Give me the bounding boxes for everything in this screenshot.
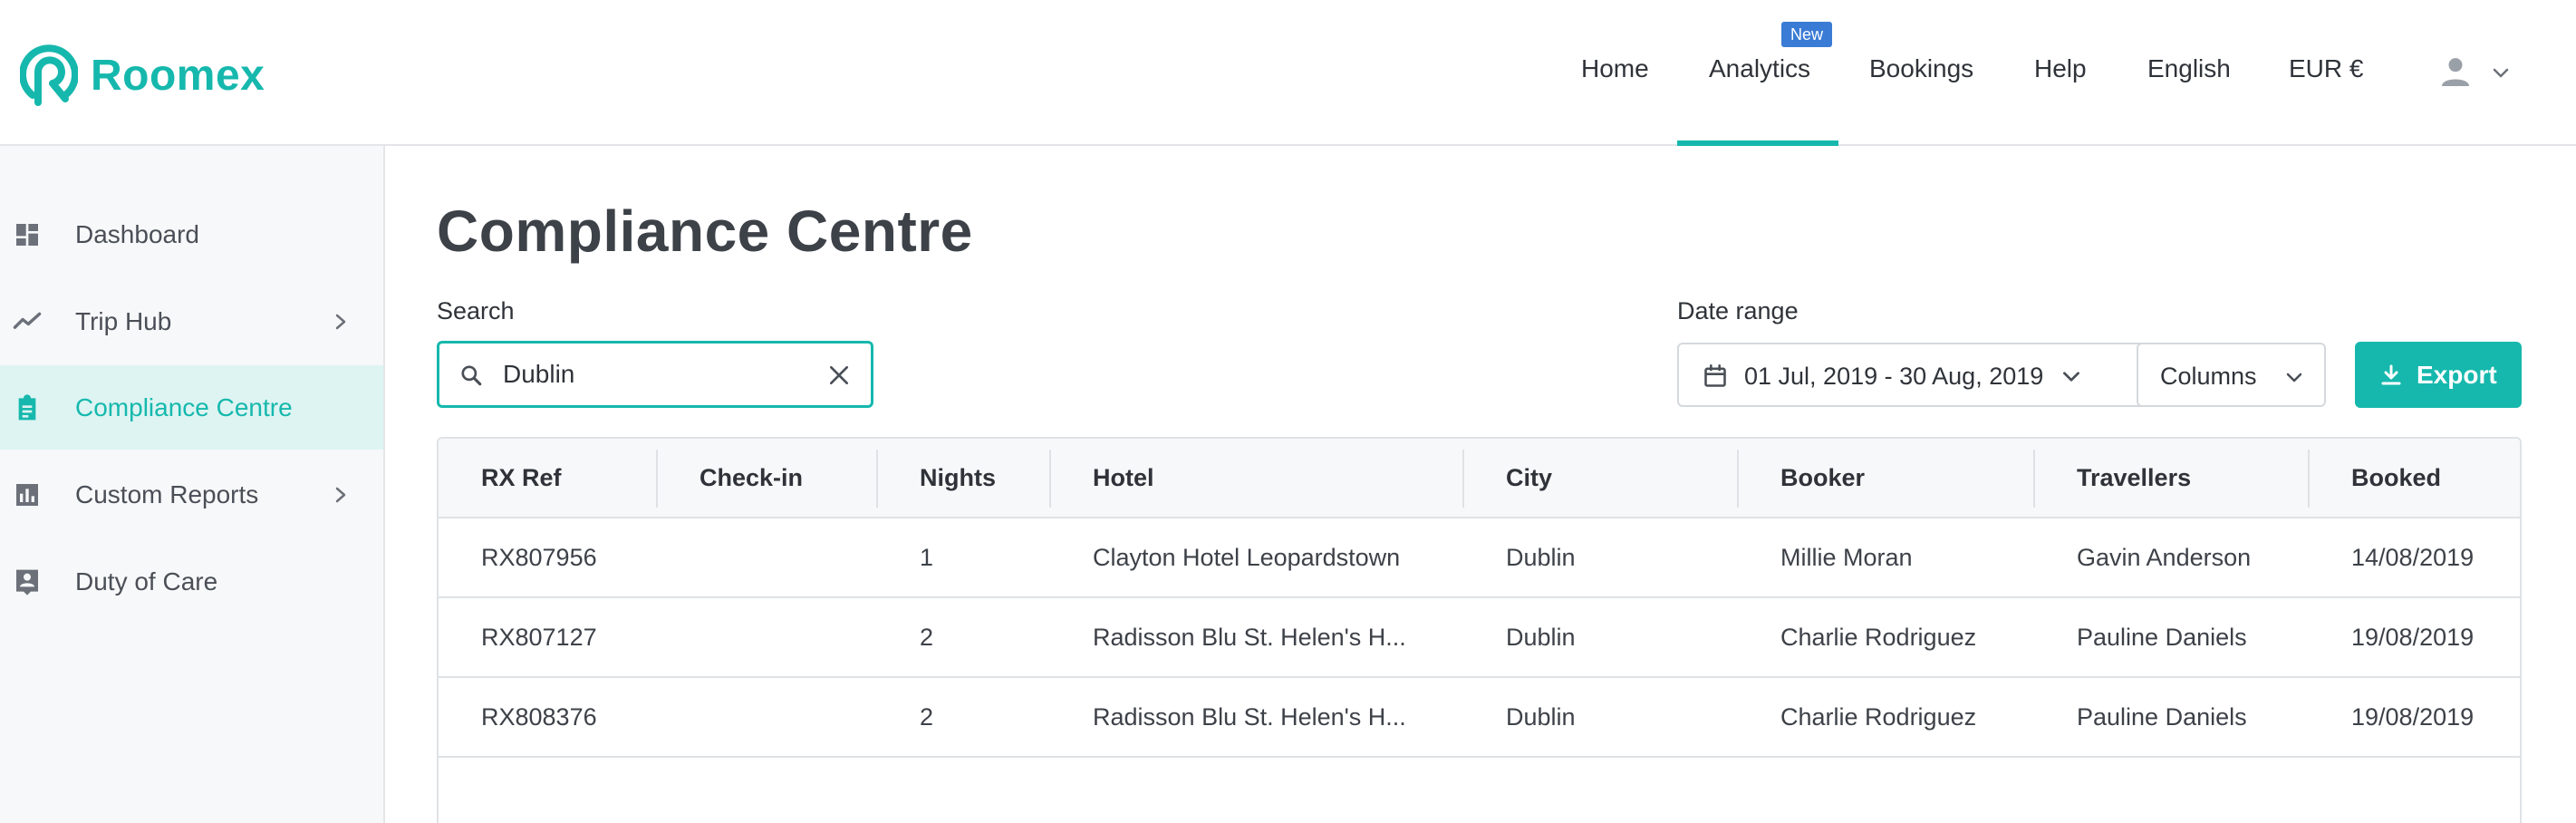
sidebar-item-dashboard[interactable]: Dashboard bbox=[0, 192, 383, 276]
cell-nights: 2 bbox=[920, 702, 934, 731]
chevron-down-icon bbox=[2286, 373, 2302, 382]
export-label: Export bbox=[2417, 361, 2497, 389]
sidebar-item-duty-of-care[interactable]: Duty of Care bbox=[0, 539, 383, 624]
nav-help[interactable]: Help bbox=[2034, 54, 2087, 83]
cell-check-in bbox=[657, 678, 699, 756]
user-menu[interactable] bbox=[2437, 54, 2512, 91]
sidebar-item-label: Trip Hub bbox=[75, 306, 172, 335]
nav-active-indicator bbox=[1677, 140, 1838, 146]
trending-icon bbox=[13, 307, 42, 336]
chevron-right-icon bbox=[335, 314, 346, 329]
cell-rx-ref: RX807956 bbox=[481, 543, 597, 571]
column-header-rx-ref[interactable]: RX Ref bbox=[439, 439, 656, 517]
top-header: Roomex Home Analytics New Bookings Help … bbox=[0, 0, 2576, 146]
cell-check-in bbox=[657, 518, 699, 596]
sidebar-item-label: Compliance Centre bbox=[75, 392, 293, 421]
cell-city: Dublin bbox=[1506, 702, 1576, 731]
columns-label: Columns bbox=[2160, 363, 2257, 390]
logo-text: Roomex bbox=[91, 51, 265, 100]
nav-bookings[interactable]: Bookings bbox=[1869, 54, 1973, 83]
column-header-city[interactable]: City bbox=[1463, 439, 1737, 517]
cell-rx-ref: RX808376 bbox=[481, 702, 597, 731]
dashboard-icon bbox=[13, 220, 42, 249]
cell-booked: 19/08/2019 bbox=[2351, 702, 2475, 731]
table-row[interactable]: RX807127 2 Radisson Blu St. Helen's H...… bbox=[439, 598, 2520, 678]
column-header-booked[interactable]: Booked bbox=[2309, 439, 2520, 517]
date-range-label: Date range bbox=[1677, 297, 1799, 324]
chevron-down-icon bbox=[2063, 372, 2079, 382]
chevron-right-icon bbox=[335, 487, 346, 502]
person-icon bbox=[2442, 58, 2469, 86]
sidebar: Dashboard Trip Hub Compliance Centre Cus… bbox=[0, 146, 385, 823]
nav-analytics[interactable]: Analytics bbox=[1709, 54, 1810, 83]
export-button[interactable]: Export bbox=[2355, 342, 2522, 408]
page-title: Compliance Centre bbox=[437, 198, 973, 264]
cell-rx-ref: RX807127 bbox=[481, 623, 597, 651]
nav-language[interactable]: English bbox=[2147, 54, 2231, 83]
clear-icon[interactable] bbox=[827, 363, 851, 387]
cell-booked: 19/08/2019 bbox=[2351, 623, 2475, 651]
sidebar-item-label: Custom Reports bbox=[75, 479, 259, 508]
contact-card-icon bbox=[13, 567, 42, 596]
cell-travellers: Gavin Anderson bbox=[2077, 543, 2252, 571]
table-row[interactable]: RX808376 2 Radisson Blu St. Helen's H...… bbox=[439, 678, 2520, 758]
sidebar-item-label: Dashboard bbox=[75, 219, 199, 248]
nav-currency[interactable]: EUR € bbox=[2289, 54, 2363, 83]
date-range-value: 01 Jul, 2019 - 30 Aug, 2019 bbox=[1744, 363, 2044, 390]
roomex-logo-icon bbox=[20, 44, 78, 106]
column-header-travellers[interactable]: Travellers bbox=[2034, 439, 2308, 517]
cell-travellers: Pauline Daniels bbox=[2077, 702, 2247, 731]
nav-home[interactable]: Home bbox=[1581, 54, 1649, 83]
chevron-down-icon bbox=[2493, 68, 2509, 78]
table-header: RX Ref Check-in Nights Hotel City Booker… bbox=[439, 439, 2520, 518]
column-header-booker[interactable]: Booker bbox=[1738, 439, 2033, 517]
cell-booker: Charlie Rodriguez bbox=[1780, 623, 1977, 651]
sidebar-item-custom-reports[interactable]: Custom Reports bbox=[0, 452, 383, 537]
bookings-table: RX Ref Check-in Nights Hotel City Booker… bbox=[437, 437, 2522, 823]
cell-hotel: Radisson Blu St. Helen's H... bbox=[1093, 623, 1406, 651]
search-label: Search bbox=[437, 297, 515, 324]
cell-city: Dublin bbox=[1506, 623, 1576, 651]
bar-chart-icon bbox=[13, 480, 42, 509]
search-field[interactable] bbox=[437, 341, 873, 408]
cell-nights: 2 bbox=[920, 623, 934, 651]
sidebar-item-trip-hub[interactable]: Trip Hub bbox=[0, 279, 383, 363]
search-input[interactable] bbox=[503, 356, 793, 392]
logo[interactable]: Roomex bbox=[20, 44, 265, 107]
cell-booked: 14/08/2019 bbox=[2351, 543, 2475, 571]
column-header-nights[interactable]: Nights bbox=[877, 439, 1049, 517]
search-icon bbox=[461, 365, 482, 386]
clipboard-icon bbox=[13, 393, 42, 422]
sidebar-item-label: Duty of Care bbox=[75, 566, 218, 595]
cell-city: Dublin bbox=[1506, 543, 1576, 571]
cell-nights: 1 bbox=[920, 543, 934, 571]
calendar-icon bbox=[1704, 364, 1726, 387]
column-header-check-in[interactable]: Check-in bbox=[657, 439, 876, 517]
cell-booker: Charlie Rodriguez bbox=[1780, 702, 1977, 731]
sidebar-item-compliance-centre[interactable]: Compliance Centre bbox=[0, 365, 383, 450]
cell-travellers: Pauline Daniels bbox=[2077, 623, 2247, 651]
cell-hotel: Clayton Hotel Leopardstown bbox=[1093, 543, 1401, 571]
cell-booker: Millie Moran bbox=[1780, 543, 1913, 571]
download-icon bbox=[2381, 364, 2401, 385]
cell-check-in bbox=[657, 598, 699, 676]
cell-hotel: Radisson Blu St. Helen's H... bbox=[1093, 702, 1406, 731]
column-header-hotel[interactable]: Hotel bbox=[1050, 439, 1462, 517]
columns-dropdown[interactable]: Columns bbox=[2137, 343, 2326, 407]
table-row[interactable]: RX807956 1 Clayton Hotel Leopardstown Du… bbox=[439, 518, 2520, 598]
date-range-picker[interactable]: 01 Jul, 2019 - 30 Aug, 2019 bbox=[1677, 343, 2155, 407]
new-badge: New bbox=[1781, 22, 1832, 47]
